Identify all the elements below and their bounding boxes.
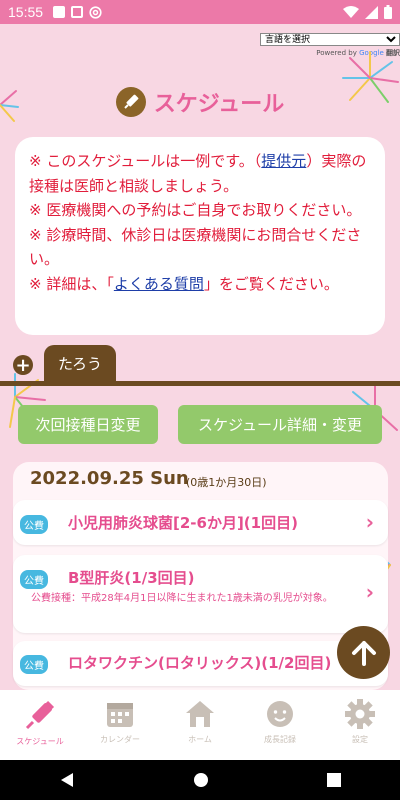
- wifi-icon: [343, 5, 359, 18]
- syringe-title-icon: [115, 87, 146, 117]
- home-icon: [186, 701, 214, 727]
- android-nav-bar: [0, 760, 400, 800]
- schedule-date: 2022.09.25 Sun: [30, 468, 189, 489]
- notification-outline-icon: [71, 6, 84, 18]
- home-button-icon[interactable]: [193, 772, 209, 788]
- nav-growth-record[interactable]: 成長記録: [240, 690, 320, 760]
- status-time: 15:55: [8, 4, 44, 20]
- chevron-right-icon: ›: [365, 580, 374, 604]
- vaccine-note: 公費接種：平成28年4月1日以降に生まれた1歳未満の乳児が対象。: [31, 593, 333, 604]
- baby-face-icon: [267, 701, 293, 727]
- signal-icon: [365, 5, 378, 19]
- vaccine-title: 小児用肺炎球菌[2-6か月](1回目): [68, 514, 298, 532]
- nav-label: 設定: [352, 735, 368, 744]
- battery-icon: [384, 5, 392, 19]
- change-next-date-button[interactable]: 次回接種日変更: [18, 405, 158, 444]
- vaccine-title: ロタワクチン(ロタリックス)(1/2回目): [68, 654, 332, 672]
- notice-line-4-text: ※ 詳細は、「: [29, 274, 114, 293]
- notice-line-1-text: ※ このスケジュールは一例です。（: [29, 152, 262, 170]
- notice-line-4: ※ 詳細は、「よくある質問」をご覧ください。: [29, 272, 371, 297]
- notice-line-2: ※ 医療機関への予約はご自身でお取りください。: [29, 201, 362, 219]
- provider-link[interactable]: 提供元: [261, 152, 306, 170]
- nav-label: ホーム: [188, 735, 212, 744]
- scroll-to-top-button[interactable]: [337, 626, 390, 679]
- notice-card: ※ このスケジュールは一例です。（提供元）実際の接種は医師と相談しましょう。 ※…: [15, 137, 385, 335]
- calendar-icon: [107, 703, 133, 727]
- notice-line-4-post: 」をご覧ください。: [203, 274, 339, 293]
- at-sign-icon: [89, 5, 102, 19]
- tab-underline: [0, 381, 400, 386]
- status-bar: 15:55: [0, 0, 400, 24]
- bottom-nav: スケジュール カレンダー ホーム 成長記録 設定: [0, 690, 400, 760]
- add-child-button[interactable]: +: [13, 355, 33, 376]
- child-age: (0歳1か月30日): [186, 476, 267, 489]
- back-icon[interactable]: [59, 772, 75, 788]
- syringe-icon: [25, 700, 55, 730]
- recent-apps-icon[interactable]: [327, 773, 341, 787]
- page-title-text: スケジュール: [153, 92, 285, 117]
- gear-icon: [345, 699, 375, 729]
- notice-line-3: ※ 診療時間、休診日は医療機関にお問合せください。: [29, 225, 362, 269]
- nav-label: カレンダー: [100, 735, 140, 744]
- vaccine-title: B型肝炎(1/3回目): [68, 569, 195, 587]
- nav-label: 成長記録: [264, 735, 296, 744]
- public-funding-badge: 公費: [20, 515, 48, 534]
- chevron-right-icon: ›: [365, 510, 374, 534]
- nav-settings[interactable]: 設定: [320, 690, 400, 760]
- nav-home[interactable]: ホーム: [160, 690, 240, 760]
- public-funding-badge: 公費: [20, 655, 48, 674]
- notification-icon: [53, 6, 66, 18]
- nav-label: スケジュール: [16, 737, 64, 746]
- tab-child-taro[interactable]: たろう: [44, 345, 116, 382]
- public-funding-badge: 公費: [20, 570, 48, 589]
- language-select[interactable]: 言語を選択: [260, 33, 400, 46]
- faq-link[interactable]: よくある質問: [114, 275, 204, 293]
- notice-line-1: ※ このスケジュールは一例です。（提供元）実際の接種は医師と相談しましょう。: [29, 149, 371, 198]
- nav-schedule[interactable]: スケジュール: [0, 690, 80, 760]
- page-title: スケジュール: [0, 86, 400, 118]
- arrow-up-icon: [351, 640, 376, 666]
- notification-icons: [53, 5, 102, 19]
- schedule-detail-button[interactable]: スケジュール詳細・変更: [178, 405, 382, 444]
- nav-calendar[interactable]: カレンダー: [80, 690, 160, 760]
